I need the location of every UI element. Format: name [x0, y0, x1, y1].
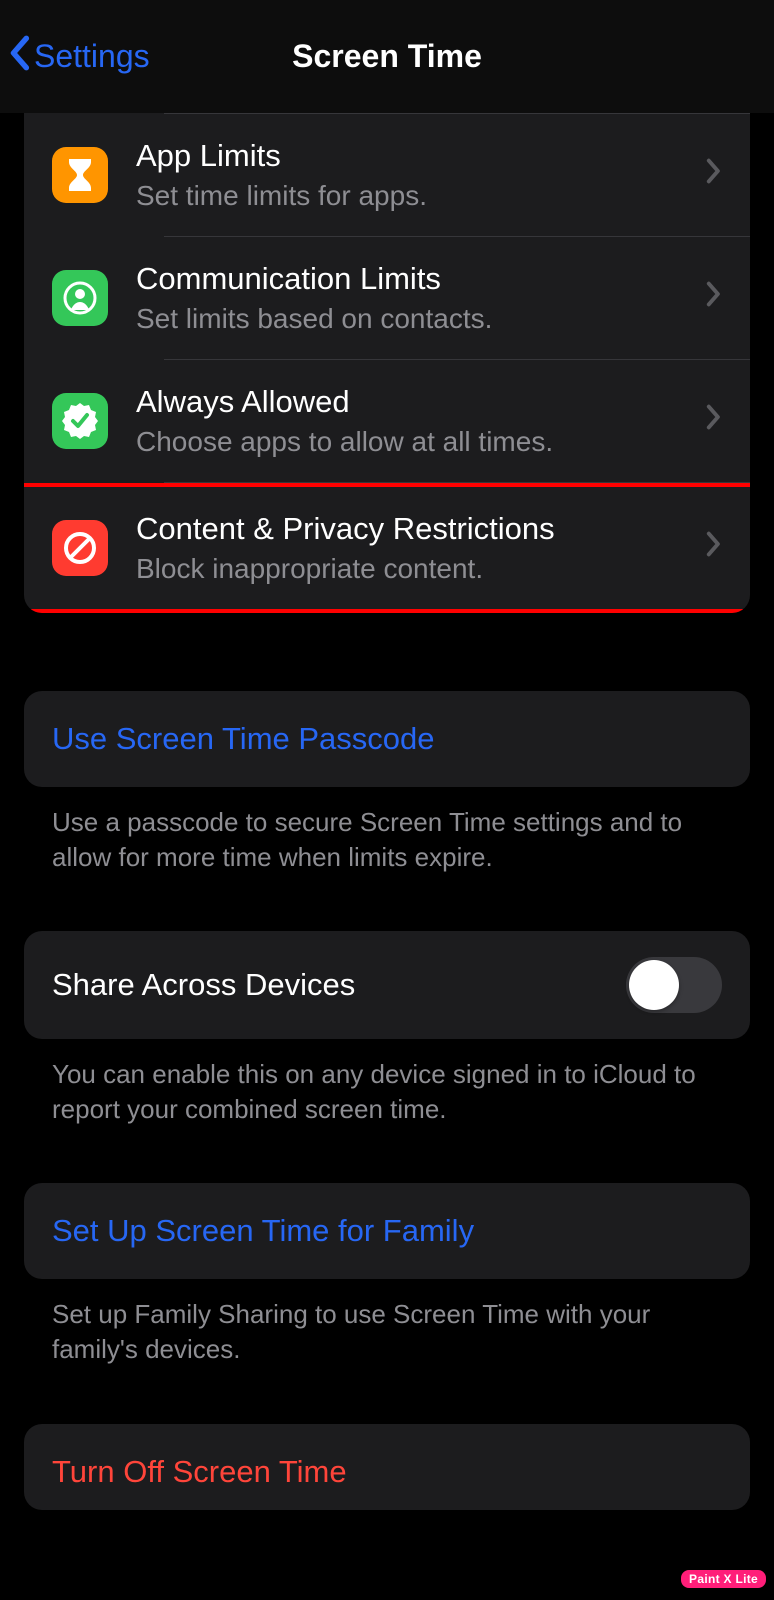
item-title: Always Allowed [136, 384, 696, 420]
watermark-badge: Paint X Lite [681, 1570, 766, 1588]
passcode-footer: Use a passcode to secure Screen Time set… [0, 787, 774, 875]
item-title: Communication Limits [136, 261, 696, 297]
app-limits-row[interactable]: App Limits Set time limits for apps. [24, 114, 750, 236]
turn-off-label: Turn Off Screen Time [52, 1454, 722, 1490]
hourglass-icon [52, 147, 108, 203]
item-subtitle: Set limits based on contacts. [136, 303, 696, 335]
share-devices-footer: You can enable this on any device signed… [0, 1039, 774, 1127]
chevron-right-icon [706, 404, 722, 438]
highlight-annotation: Content & Privacy Restrictions Block ina… [24, 483, 750, 613]
settings-list: App Limits Set time limits for apps. Com… [24, 113, 750, 613]
back-label: Settings [34, 38, 150, 75]
navigation-header: Settings Screen Time [0, 0, 774, 113]
share-devices-row: Share Across Devices [24, 931, 750, 1039]
chevron-right-icon [706, 158, 722, 192]
family-setup-footer: Set up Family Sharing to use Screen Time… [0, 1279, 774, 1367]
toggle-knob [629, 960, 679, 1010]
share-devices-label: Share Across Devices [52, 967, 355, 1003]
passcode-label: Use Screen Time Passcode [52, 721, 722, 757]
item-subtitle: Set time limits for apps. [136, 180, 696, 212]
item-subtitle: Block inappropriate content. [136, 553, 696, 585]
family-setup-button[interactable]: Set Up Screen Time for Family [24, 1183, 750, 1279]
chevron-left-icon [8, 34, 30, 79]
item-text: Always Allowed Choose apps to allow at a… [136, 384, 696, 458]
passcode-button[interactable]: Use Screen Time Passcode [24, 691, 750, 787]
item-text: App Limits Set time limits for apps. [136, 138, 696, 212]
turn-off-button[interactable]: Turn Off Screen Time [24, 1424, 750, 1510]
person-circle-icon [52, 270, 108, 326]
item-subtitle: Choose apps to allow at all times. [136, 426, 696, 458]
content-privacy-row[interactable]: Content & Privacy Restrictions Block ina… [24, 487, 750, 609]
item-text: Content & Privacy Restrictions Block ina… [136, 511, 696, 585]
chevron-right-icon [706, 281, 722, 315]
item-title: Content & Privacy Restrictions [136, 511, 696, 547]
communication-limits-row[interactable]: Communication Limits Set limits based on… [24, 237, 750, 359]
chevron-right-icon [706, 531, 722, 565]
always-allowed-row[interactable]: Always Allowed Choose apps to allow at a… [24, 360, 750, 482]
share-devices-toggle[interactable] [626, 957, 722, 1013]
no-symbol-icon [52, 520, 108, 576]
item-text: Communication Limits Set limits based on… [136, 261, 696, 335]
back-button[interactable]: Settings [8, 34, 150, 79]
item-title: App Limits [136, 138, 696, 174]
family-setup-label: Set Up Screen Time for Family [52, 1213, 722, 1249]
page-title: Screen Time [292, 38, 482, 75]
checkmark-seal-icon [52, 393, 108, 449]
